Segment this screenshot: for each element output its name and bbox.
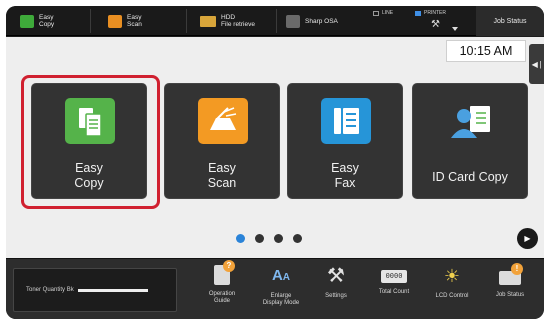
total-count-label: Total Count xyxy=(378,289,410,295)
job-status-button[interactable]: Job Status xyxy=(476,6,544,36)
clock-display: 10:15 AM xyxy=(446,40,526,62)
tile-label: ID Card Copy xyxy=(432,170,508,184)
shortcut-label: HDD File retrieve xyxy=(221,14,255,28)
shortcut-easy-scan[interactable]: Easy Scan xyxy=(108,10,142,32)
maintenance-icon: ⚒ xyxy=(431,19,440,30)
tile-label: Easy Fax xyxy=(331,161,359,190)
tile-id-card-copy[interactable]: ID Card Copy xyxy=(412,83,528,199)
line-status: LINE xyxy=(373,10,393,16)
tile-easy-scan[interactable]: Easy Scan xyxy=(164,83,280,199)
job-status-label: Job Status xyxy=(495,292,525,298)
shortcut-sharp-osa[interactable]: Sharp OSA xyxy=(286,10,338,32)
play-icon: ▶ xyxy=(524,234,531,243)
shortcut-label: Easy Scan xyxy=(127,14,142,28)
system-bar: Toner Quantity Bk ? Operation Guide AA E… xyxy=(6,258,544,319)
tile-label: Easy Scan xyxy=(207,161,237,190)
easy-scan-icon xyxy=(198,98,248,144)
counter-icon: 0000 xyxy=(381,270,407,283)
chevron-down-icon xyxy=(452,27,458,31)
page-dot-2[interactable] xyxy=(255,234,264,243)
enlarge-display-icon: AA xyxy=(271,267,291,284)
settings-button[interactable]: ⚒ Settings xyxy=(310,265,362,317)
enlarge-display-label: Enlarge Display Mode xyxy=(262,293,300,306)
operation-guide-label: Operation Guide xyxy=(208,291,236,304)
line-label: LINE xyxy=(382,10,394,16)
easy-copy-icon xyxy=(20,14,34,28)
printer-label: PRINTER xyxy=(424,10,446,16)
operation-guide-icon: ? xyxy=(214,260,235,285)
page-dot-3[interactable] xyxy=(274,234,283,243)
page-indicator xyxy=(236,234,302,243)
toner-label: Toner Quantity Bk xyxy=(26,287,74,293)
selection-highlight xyxy=(21,75,160,209)
tile-easy-fax[interactable]: Easy Fax xyxy=(287,83,403,199)
home-screen: 10:15 AM ◀ | Easy Copy Easy Scan Easy Fa… xyxy=(6,37,544,258)
lcd-control-button[interactable]: ☀ LCD Control xyxy=(426,265,478,317)
total-count-button[interactable]: 0000 Total Count xyxy=(368,265,420,317)
toner-quantity: Toner Quantity Bk xyxy=(13,268,177,312)
operation-guide-button[interactable]: ? Operation Guide xyxy=(196,260,248,317)
job-status-icon: ! xyxy=(499,263,523,285)
brightness-icon: ☀ xyxy=(443,266,461,286)
shortcut-easy-copy[interactable]: Easy Copy xyxy=(20,10,54,32)
shortcut-label: Easy Copy xyxy=(39,14,55,28)
divider xyxy=(276,9,277,33)
settings-icon: ⚒ xyxy=(327,265,345,287)
divider xyxy=(90,9,91,33)
top-shortcut-bar: Easy Copy Easy Scan HDD File retrieve Sh… xyxy=(6,6,544,36)
shortcut-label: Sharp OSA xyxy=(305,17,338,25)
job-status-bottom-button[interactable]: ! Job Status xyxy=(484,263,536,317)
next-page-button[interactable]: ▶ xyxy=(517,228,538,249)
settings-label: Settings xyxy=(325,293,347,299)
folder-icon xyxy=(200,15,216,27)
lcd-control-label: LCD Control xyxy=(435,293,469,299)
device-screen: Easy Copy Easy Scan HDD File retrieve Sh… xyxy=(6,6,544,319)
side-panel-toggle[interactable]: ◀ | xyxy=(529,44,544,84)
page-dot-1[interactable] xyxy=(236,234,245,243)
page-dot-4[interactable] xyxy=(293,234,302,243)
line-indicator-icon xyxy=(373,10,379,16)
shortcut-hdd-file-retrieve[interactable]: HDD File retrieve xyxy=(200,10,255,32)
divider xyxy=(186,9,187,33)
chevron-left-icon: ◀ | xyxy=(531,59,542,69)
printer-status: PRINTER xyxy=(415,10,446,16)
osa-icon xyxy=(286,14,300,28)
easy-scan-icon xyxy=(108,14,122,28)
toner-level-bar xyxy=(77,288,148,292)
status-indicators: LINE PRINTER ⚒ xyxy=(373,8,473,34)
enlarge-display-button[interactable]: AA Enlarge Display Mode xyxy=(255,265,307,317)
printer-indicator-icon xyxy=(415,10,421,16)
id-card-icon xyxy=(446,98,496,144)
easy-fax-icon xyxy=(321,98,371,144)
